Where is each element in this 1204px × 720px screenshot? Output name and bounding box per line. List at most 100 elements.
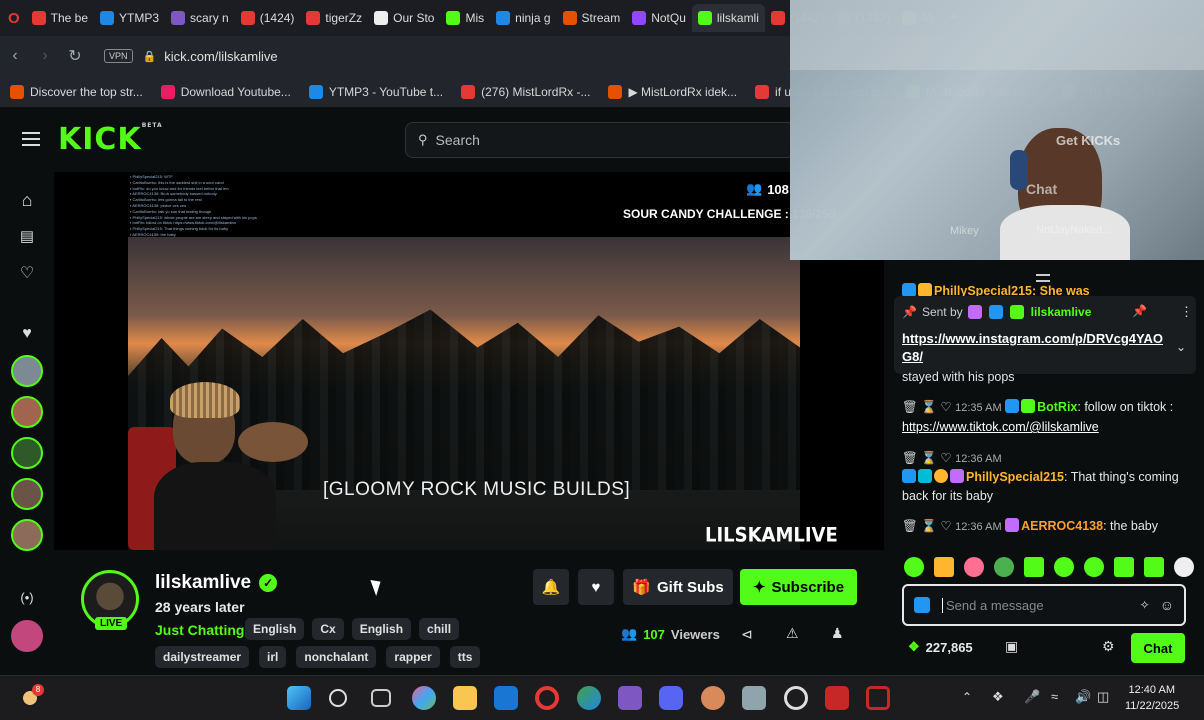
bookmark-item[interactable]: Download Youtube... (160, 84, 291, 99)
tag-chip[interactable]: English (245, 618, 305, 640)
edge-icon[interactable] (577, 686, 601, 710)
browser-tab[interactable]: Mis (440, 4, 490, 32)
followed-channel-avatar[interactable] (11, 519, 43, 551)
bookmark-item[interactable]: (276) MistLordRx -... (461, 84, 590, 99)
settings-gear-icon[interactable]: ⚙ (1102, 638, 1115, 655)
followed-channel-avatar[interactable] (11, 396, 43, 428)
microphone-icon[interactable]: 🎤 (1024, 689, 1040, 705)
outlook-icon[interactable] (494, 686, 518, 710)
tag-chip[interactable]: rapper (386, 646, 440, 668)
ban-icon[interactable]: ♡ (940, 400, 951, 414)
follow-heart-button[interactable]: ♥ (578, 569, 614, 605)
delete-icon[interactable]: 🗑 (902, 400, 918, 414)
tiktok-link[interactable]: https://www.tiktok.com/@lilskamlive (902, 420, 1099, 434)
wifi-icon[interactable]: ≈ (1051, 689, 1058, 704)
reload-icon[interactable]: ↻ (60, 46, 90, 66)
battery-icon[interactable]: ◫ (1097, 689, 1109, 705)
emote-icon[interactable] (964, 557, 984, 577)
tag-chip[interactable]: tts (449, 646, 481, 668)
following-icon[interactable]: ♡ (17, 264, 37, 284)
browser-tab[interactable]: scary n (165, 4, 235, 32)
delete-icon[interactable]: 🗑 (902, 519, 918, 533)
delete-icon[interactable]: 🗑 (902, 451, 918, 465)
tag-chip[interactable]: dailystreamer (155, 646, 250, 668)
mcafee-icon[interactable] (866, 686, 890, 710)
followed-channel-avatar[interactable] (11, 478, 43, 510)
chat-input-box[interactable]: Send a message ✧ ☺ (902, 584, 1186, 626)
volume-icon[interactable]: 🔊 (1075, 689, 1091, 705)
obs-icon[interactable] (784, 686, 808, 710)
store-icon[interactable]: ▣ (1005, 638, 1018, 655)
emoji-icon[interactable]: ☺ (1160, 597, 1174, 613)
followed-channel-avatar[interactable] (11, 437, 43, 469)
home-icon[interactable]: ⌂ (17, 190, 37, 210)
ban-icon[interactable]: ♡ (940, 451, 951, 465)
app-red-icon[interactable] (825, 686, 849, 710)
tray-chevron-icon[interactable]: ⌃ (962, 690, 972, 704)
discord-icon[interactable] (659, 686, 683, 710)
browser-tab[interactable]: tigerZz (300, 4, 368, 32)
forward-icon[interactable]: › (30, 47, 60, 65)
timeout-icon[interactable]: ⌛ (921, 519, 937, 533)
points-display[interactable]: ❖ 227,865 (908, 639, 973, 655)
browser-tab[interactable]: (1424) (235, 4, 301, 32)
back-icon[interactable]: ‹ (0, 47, 30, 65)
pinned-link[interactable]: https://www.instagram.com/p/DRVcg4YAOG8/ (902, 330, 1172, 366)
windows-start-icon[interactable] (287, 686, 311, 710)
search-box[interactable]: ⚲ Search (405, 122, 795, 158)
followed-channel-avatar[interactable] (11, 355, 43, 387)
video-player[interactable]: ▪ PhillySpecial215: WTF ▪ CarlitoBurrito… (54, 172, 884, 550)
search-icon[interactable] (329, 689, 347, 707)
tag-chip[interactable]: English (351, 618, 412, 640)
browser-tab[interactable]: Our Sto (368, 4, 440, 32)
emote-icon[interactable] (904, 557, 924, 577)
tag-chip[interactable]: nonchalant (296, 646, 377, 668)
copilot-icon[interactable] (412, 686, 436, 710)
report-icon[interactable]: ⚠ (786, 625, 799, 642)
subscribe-button[interactable]: ✦ Subscribe (740, 569, 857, 605)
bookmark-item[interactable]: YTMP3 - YouTube t... (308, 84, 443, 99)
emote-icon[interactable] (1144, 557, 1164, 577)
camera-icon[interactable] (742, 686, 766, 710)
bookmark-item[interactable]: ▶ MistLordRx idek... (608, 84, 737, 99)
message-input[interactable]: Send a message (942, 597, 1130, 613)
opera-icon[interactable] (535, 686, 559, 710)
timeout-icon[interactable]: ⌛ (921, 451, 937, 465)
vpn-badge[interactable]: VPN (104, 49, 133, 63)
search-input[interactable]: Search (436, 132, 480, 148)
task-view-icon[interactable] (371, 689, 391, 707)
browser-tab[interactable]: The be (26, 4, 94, 32)
browser-tab[interactable]: lilskamli (691, 4, 765, 32)
followed-channel-avatar[interactable] (11, 620, 43, 652)
tag-chip[interactable]: Cx (312, 618, 344, 640)
browser-tab[interactable]: YTMP3 (94, 4, 165, 32)
emote-icon[interactable] (1174, 557, 1194, 577)
gift-subs-button[interactable]: 🎁 Gift Subs (623, 569, 733, 605)
file-explorer-icon[interactable] (453, 686, 477, 710)
emote-icon[interactable] (994, 557, 1014, 577)
channel-name[interactable]: lilskamlive ✓ (155, 572, 278, 594)
notification-bell-button[interactable]: 🔔 (533, 569, 569, 605)
ban-icon[interactable]: ♡ (940, 519, 951, 533)
browser-tab[interactable]: NotQu (626, 4, 692, 32)
live-radio-icon[interactable]: (•) (17, 588, 37, 608)
browser-tab[interactable]: ninja g (490, 4, 556, 32)
tray-app-icon[interactable]: ❖ (992, 689, 1004, 705)
user-settings-icon[interactable]: ♟ (831, 625, 844, 642)
kick-logo[interactable]: KICKBETA (58, 122, 163, 157)
app-icon[interactable] (701, 686, 725, 710)
timeout-icon[interactable]: ⌛ (921, 400, 937, 414)
tag-chip[interactable]: chill (419, 618, 460, 640)
stream-category[interactable]: Just Chatting (155, 622, 244, 638)
bookmark-item[interactable]: Discover the top str... (10, 84, 143, 99)
emote-icon[interactable] (1054, 557, 1074, 577)
clipchamp-icon[interactable] (618, 686, 642, 710)
browse-icon[interactable]: ▤ (17, 227, 37, 247)
chat-header-handle[interactable] (1036, 274, 1050, 282)
emote-icon[interactable] (1114, 557, 1134, 577)
menu-icon[interactable] (22, 132, 40, 146)
chevron-down-icon[interactable]: ⌄ (1176, 340, 1186, 354)
chat-send-button[interactable]: Chat (1131, 633, 1185, 663)
more-options-icon[interactable]: ⋮ (1180, 304, 1193, 320)
unpin-icon[interactable]: 📌 (1132, 304, 1147, 318)
